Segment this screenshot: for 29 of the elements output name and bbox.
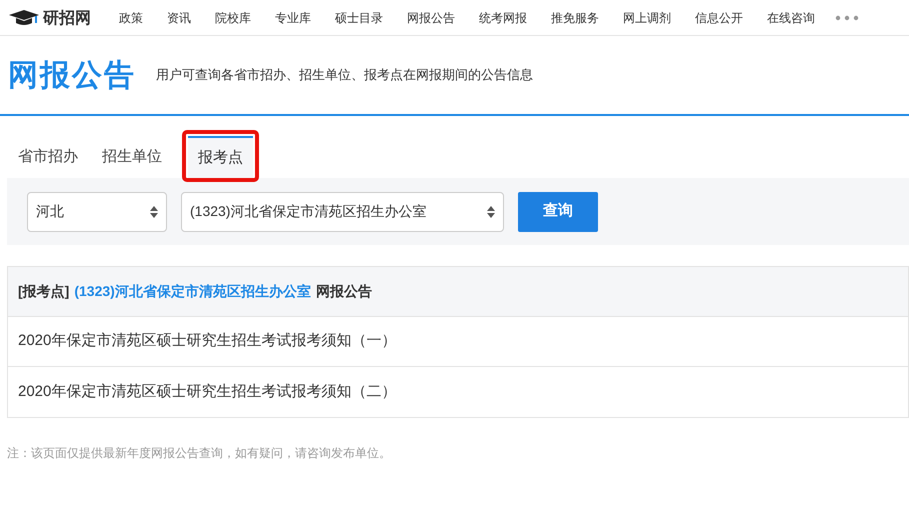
graduation-cap-icon: [8, 8, 40, 26]
nav-link[interactable]: 信息公开: [695, 8, 743, 26]
heading-label: [报考点]: [18, 282, 70, 301]
nav-link[interactable]: 资讯: [167, 8, 191, 26]
nav-link[interactable]: 院校库: [215, 8, 251, 26]
query-button[interactable]: 查询: [518, 192, 598, 232]
nav-link[interactable]: 专业库: [275, 8, 311, 26]
nav-link[interactable]: 硕士目录: [335, 8, 383, 26]
heading-label: 网报公告: [316, 282, 372, 301]
nav-link[interactable]: 统考网报: [479, 8, 527, 26]
announcement-link[interactable]: 2020年保定市清苑区硕士研究生招生考试报考须知（一）: [18, 330, 396, 353]
page-title: 网报公告: [8, 58, 136, 94]
more-icon[interactable]: [835, 14, 859, 20]
province-select[interactable]: 河北: [27, 192, 167, 232]
announcement-link[interactable]: 2020年保定市清苑区硕士研究生招生考试报考须知（二）: [18, 380, 396, 404]
nav-link[interactable]: 网报公告: [407, 8, 455, 26]
tab[interactable]: 招生单位: [92, 136, 172, 178]
nav-link[interactable]: 网上调剂: [623, 8, 671, 26]
tab[interactable]: 报考点: [182, 130, 259, 182]
sort-arrows-icon: [150, 206, 158, 218]
site-logo[interactable]: 研招网: [43, 6, 91, 30]
footnote: 注：该页面仅提供最新年度网报公告查询，如有疑问，请咨询发布单位。: [7, 445, 392, 462]
nav-link[interactable]: 推免服务: [551, 8, 599, 26]
nav-link[interactable]: 政策: [119, 8, 143, 26]
page-subtitle: 用户可查询各省市招办、招生单位、报考点在网报期间的公告信息: [156, 66, 533, 84]
tab[interactable]: 省市招办: [8, 136, 88, 178]
sort-arrows-icon: [487, 206, 495, 218]
nav-link[interactable]: 在线咨询: [767, 8, 815, 26]
exam-site-select[interactable]: (1323)河北省保定市清苑区招生办公室: [181, 192, 504, 232]
